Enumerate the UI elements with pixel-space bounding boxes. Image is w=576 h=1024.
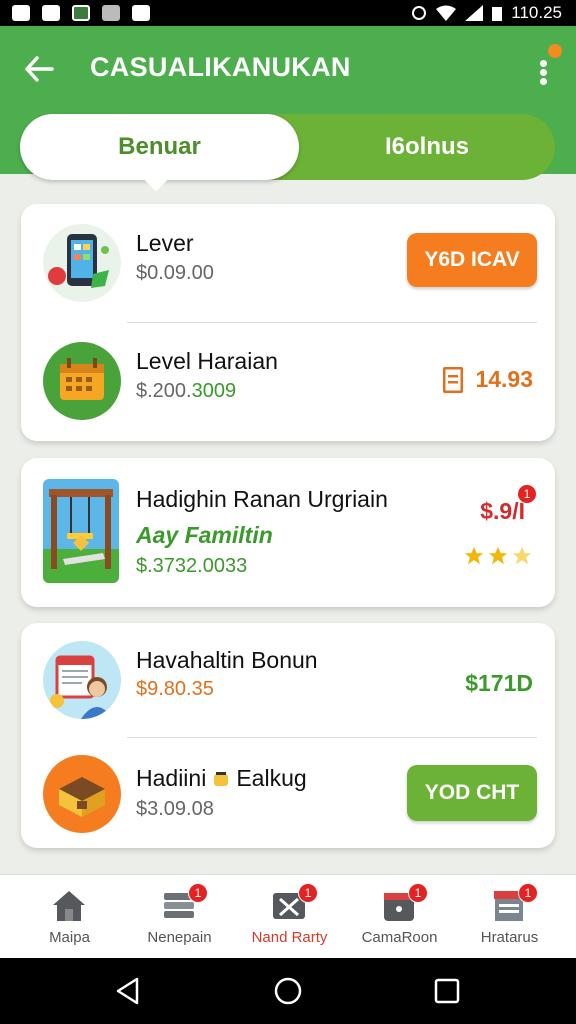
item-tagline: Aay Familtin (136, 522, 273, 548)
notification-icon (42, 5, 60, 21)
star-icon (512, 546, 532, 565)
app-notification-icon (72, 5, 90, 21)
item-title: Havahaltin Bonun (136, 647, 318, 673)
item-price: 14.93 (443, 366, 533, 393)
notification-icon (12, 5, 30, 21)
tab-benuar[interactable]: Benuar (20, 114, 299, 192)
list-item[interactable]: Hadiini Ealkug $3.09.08 YOD CHT (21, 735, 555, 853)
list-item[interactable]: Level Haraian $.200.3009 14.93 (21, 322, 555, 440)
coin-jar-icon (214, 771, 229, 786)
nav-label: Nand Rarty (251, 929, 328, 946)
claim-button[interactable]: YOD CHT (407, 765, 537, 821)
item-subtitle: $9.80.35 (136, 678, 214, 700)
tab-label: Benuar (118, 133, 201, 160)
tab-bonus[interactable]: I6olnus (299, 114, 555, 180)
subtitle-highlight: 3009 (191, 380, 237, 402)
star-icon (488, 546, 508, 565)
subtitle-prefix: $.200. (136, 380, 192, 402)
item-price: $171D (465, 670, 533, 696)
recents-square-icon[interactable] (432, 976, 462, 1006)
back-button[interactable] (20, 50, 58, 88)
tab-bar: Benuar I6olnus (20, 114, 555, 192)
home-icon (53, 891, 85, 921)
tab-indicator (144, 168, 168, 192)
title-suffix: Ealkug (236, 765, 307, 791)
person-calendar-icon (43, 641, 121, 719)
phone-games-icon (43, 224, 121, 302)
arrow-left-icon (25, 56, 54, 82)
item-title: Hadighin Ranan Urgriain (136, 486, 388, 512)
clock: 110.25 (511, 3, 562, 22)
item-title: Level Haraian (136, 348, 278, 374)
list-item[interactable]: Hadighin Ranan Urgriain Aay Familtin $.3… (21, 458, 555, 607)
list-item[interactable]: Lever $0.09.00 Y6D ICAV (21, 204, 555, 322)
signal-icon (465, 5, 484, 21)
tab-label: I6olnus (384, 133, 469, 160)
nav-label: CamaRoon (361, 929, 438, 946)
nav-item-games[interactable]: 1 CamaRoon (342, 875, 457, 959)
title-text: Hadiini (136, 765, 207, 791)
dot-icon (540, 60, 547, 67)
nav-item-home[interactable]: Maipa (12, 875, 127, 959)
notification-badge: 1 (298, 883, 318, 903)
system-navigation-bar (0, 958, 576, 1024)
item-subtitle: $3.09.08 (136, 798, 214, 820)
dot-icon (540, 78, 547, 85)
reward-card: Lever $0.09.00 Y6D ICAV Level Haraian $.… (21, 204, 555, 441)
status-bar: 110.25 (0, 0, 576, 26)
list-item[interactable]: Havahaltin Bonun $9.80.35 $171D (21, 623, 555, 741)
bottom-navigation: Maipa 1 Nenepain 1 Nand Rarty 1 CamaRoon… (0, 874, 576, 958)
nav-label: Hratarus (480, 929, 539, 946)
nav-item-mail[interactable]: 1 Nand Rarty (232, 875, 347, 959)
item-subtitle: $0.09.00 (136, 262, 214, 284)
treasure-box-icon (43, 755, 121, 833)
star-rating (463, 545, 533, 567)
star-icon (464, 546, 484, 565)
item-title: Hadiini Ealkug (136, 765, 307, 792)
home-circle-icon[interactable] (273, 976, 303, 1006)
item-title: Lever (136, 230, 194, 256)
notification-badge: 1 (188, 883, 208, 903)
sync-icon (412, 6, 427, 20)
reward-card: Hadighin Ranan Urgriain Aay Familtin $.3… (21, 458, 555, 607)
receipt-icon (443, 366, 464, 393)
nav-item-stack[interactable]: 1 Nenepain (122, 875, 237, 959)
dot-icon (540, 69, 547, 76)
calendar-basket-icon (43, 342, 121, 420)
notification-badge: 1 (408, 883, 428, 903)
playground-icon (43, 479, 119, 583)
notification-badge: 1 (518, 883, 538, 903)
nav-item-store[interactable]: 1 Hratarus (452, 875, 567, 959)
reward-card: Havahaltin Bonun $9.80.35 $171D Hadiini … (21, 623, 555, 848)
claim-button[interactable]: Y6D ICAV (407, 233, 537, 287)
app-notification-icon (102, 5, 120, 21)
app-bar: CASUALIKANUKAN Benuar I6olnus (0, 26, 576, 192)
menu-notification-badge (548, 44, 562, 58)
wifi-icon (436, 5, 457, 21)
back-triangle-icon[interactable] (113, 976, 143, 1006)
notification-badge: 1 (517, 484, 537, 504)
page-title: CASUALIKANUKAN (90, 52, 351, 82)
item-price: $.9/I (480, 498, 525, 524)
item-subtitle: $.3732.0033 (136, 555, 248, 577)
price-value: 14.93 (475, 366, 533, 392)
item-subtitle: $.200.3009 (136, 380, 236, 403)
nav-label: Maipa (49, 929, 90, 946)
notification-icon (132, 5, 150, 21)
battery-icon (492, 7, 503, 21)
nav-label: Nenepain (147, 929, 212, 946)
